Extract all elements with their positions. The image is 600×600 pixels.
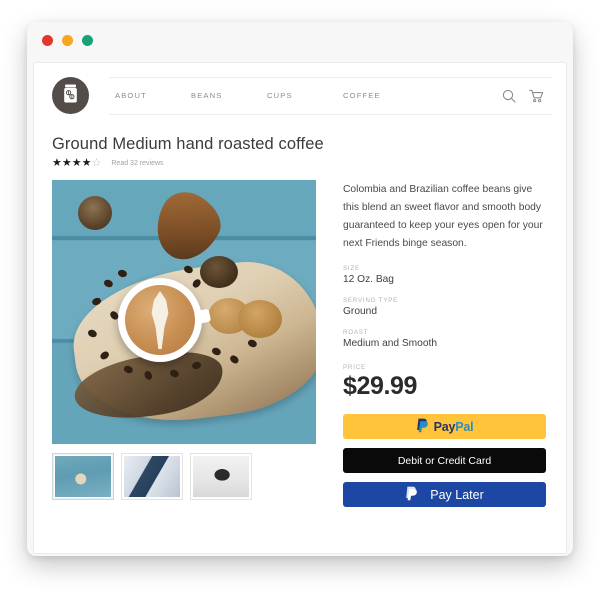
rating-row: ★ ★ ★ ★ ☆ Read 32 reviews (48, 158, 552, 169)
paypal-word-pal: Pal (455, 419, 474, 434)
browser-window: ABOUT BEANS CUPS COFFEE Ground Medium ha… (27, 22, 573, 556)
debit-credit-card-button[interactable]: Debit or Credit Card (343, 448, 546, 473)
shopping-cart-icon[interactable] (529, 89, 544, 103)
attribute-roast-value: Medium and Smooth (343, 338, 438, 349)
star-rating: ★ ★ ★ ★ ☆ (52, 158, 101, 169)
site-logo[interactable] (52, 77, 89, 114)
screenshot-root: ABOUT BEANS CUPS COFFEE Ground Medium ha… (0, 0, 600, 600)
attribute-roast-label: ROAST (343, 329, 369, 336)
product-info: Colombia and Brazilian coffee beans give… (318, 180, 552, 516)
attribute-size-value: 12 Oz. Bag (343, 274, 394, 285)
attribute-serving-type-label: SERVING TYPE (343, 297, 399, 304)
debit-credit-card-label: Debit or Credit Card (397, 454, 492, 467)
price-value: $29.99 (343, 372, 418, 400)
star-icon-3: ★ (71, 157, 82, 169)
search-icon[interactable] (502, 89, 516, 103)
nav-item-coffee[interactable]: COFFEE (343, 91, 419, 100)
thumbnail-1[interactable] (52, 453, 114, 500)
read-reviews-link[interactable]: Read 32 reviews (111, 160, 163, 167)
window-maximize-button[interactable] (82, 34, 93, 46)
attribute-size-label: SIZE (343, 265, 360, 272)
star-icon-4: ★ (81, 157, 92, 169)
attribute-size: SIZE 12 Oz. Bag (343, 265, 546, 285)
thumbnail-3[interactable] (190, 453, 252, 500)
product-description: Colombia and Brazilian coffee beans give… (343, 184, 543, 249)
page-content-card: ABOUT BEANS CUPS COFFEE Ground Medium ha… (33, 62, 567, 554)
product-gallery (52, 180, 318, 516)
attribute-roast: ROAST Medium and Smooth (343, 329, 546, 349)
nav-item-about[interactable]: ABOUT (115, 91, 191, 100)
window-close-button[interactable] (42, 34, 53, 46)
thumbnail-2[interactable] (121, 453, 183, 500)
price-block: PRICE $29.99 (343, 364, 546, 401)
paypal-logo-icon (416, 418, 429, 436)
paypal-word-pay: Pay (433, 419, 456, 434)
pay-later-button[interactable]: Pay Later (343, 482, 546, 507)
star-icon-5-empty: ☆ (91, 157, 102, 169)
main-navigation: ABOUT BEANS CUPS COFFEE (109, 76, 552, 115)
product-body: Colombia and Brazilian coffee beans give… (48, 180, 552, 516)
paypal-button[interactable]: Pay Pal (343, 414, 546, 439)
star-icon-2: ★ (61, 157, 72, 169)
nav-item-beans[interactable]: BEANS (191, 91, 267, 100)
window-minimize-button[interactable] (62, 34, 73, 46)
checkout-buttons: Pay Pal Debit or Credit Card Pay Later (343, 414, 546, 507)
paypal-wordmark: Pay Pal (434, 420, 474, 434)
attribute-serving-type-value: Ground (343, 306, 377, 317)
pay-later-label: Pay Later (430, 487, 484, 502)
nav-item-cups[interactable]: CUPS (267, 91, 343, 100)
coffee-jar-icon (62, 83, 79, 109)
window-titlebar (27, 22, 573, 58)
paypal-mono-logo-icon (405, 486, 418, 504)
product-main-image[interactable] (52, 180, 316, 444)
star-icon-1: ★ (52, 157, 62, 169)
price-label: PRICE (343, 364, 366, 371)
site-header: ABOUT BEANS CUPS COFFEE (48, 63, 552, 125)
attribute-serving-type: SERVING TYPE Ground (343, 297, 546, 317)
page-title: Ground Medium hand roasted coffee (52, 135, 324, 153)
thumbnail-strip (52, 453, 318, 500)
